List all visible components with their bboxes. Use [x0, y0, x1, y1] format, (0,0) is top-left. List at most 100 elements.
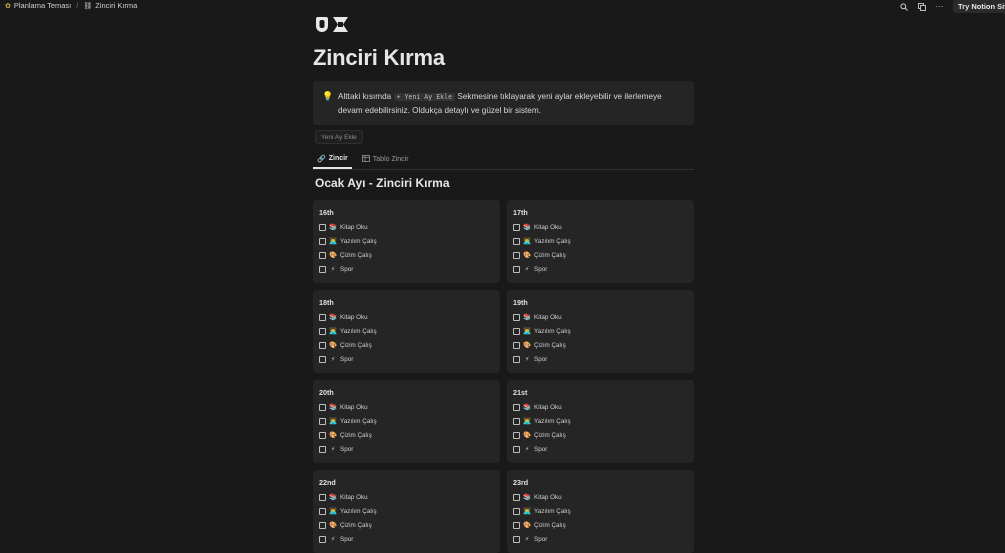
- task-checkbox[interactable]: [319, 313, 326, 321]
- task-checkbox[interactable]: [513, 313, 520, 321]
- task-checkbox[interactable]: [513, 341, 520, 349]
- task-checkbox[interactable]: [513, 223, 520, 231]
- task-label: Yazılım Çalış: [534, 237, 571, 245]
- task-row: 📚 Kitap Oku: [513, 490, 688, 504]
- table-icon: [361, 155, 370, 164]
- task-emoji-icon: 🎨: [523, 342, 532, 349]
- task-checkbox[interactable]: [513, 251, 520, 259]
- task-row: 👨‍💻 Yazılım Çalış: [319, 234, 494, 248]
- chain-link-icon[interactable]: [315, 16, 353, 38]
- task-checkbox[interactable]: [513, 521, 520, 529]
- task-label: Spor: [340, 355, 354, 363]
- task-row: ⚡ Spor: [319, 442, 494, 456]
- task-checkbox[interactable]: [513, 237, 520, 245]
- section-title: Ocak Ayı - Zinciri Kırma: [315, 176, 450, 190]
- more-icon[interactable]: ···: [935, 2, 944, 11]
- task-checkbox[interactable]: [319, 445, 326, 453]
- task-checkbox[interactable]: [513, 265, 520, 273]
- task-emoji-icon: ⚡: [330, 536, 336, 543]
- task-checkbox[interactable]: [513, 493, 520, 501]
- task-row: 🎨 Çizim Çalış: [319, 428, 494, 442]
- task-row: 👨‍💻 Yazılım Çalış: [319, 504, 494, 518]
- task-label: Kitap Oku: [340, 313, 368, 321]
- day-card-title: 22nd: [319, 478, 336, 487]
- task-checkbox[interactable]: [319, 327, 326, 335]
- breadcrumb-current[interactable]: ⛓ Zinciri Kırma: [83, 1, 137, 10]
- breadcrumb-parent[interactable]: ✿ Planlama Teması: [5, 1, 71, 10]
- task-checkbox[interactable]: [513, 535, 520, 543]
- task-checkbox[interactable]: [319, 341, 326, 349]
- day-card[interactable]: 16th 📚 Kitap Oku 👨‍💻 Yazılım Çalış 🎨 Çizim Çal…: [313, 200, 500, 283]
- task-checkbox[interactable]: [513, 445, 520, 453]
- task-emoji-icon: 👨‍💻: [523, 328, 532, 335]
- task-checkbox[interactable]: [319, 507, 326, 515]
- callout-text-before: Alttaki kısımda: [338, 92, 394, 101]
- breadcrumb-parent-label: Planlama Teması: [13, 1, 72, 10]
- tab-zincir[interactable]: 🔗 Zincir: [313, 150, 352, 169]
- task-label: Spor: [534, 445, 548, 453]
- task-label: Çizim Çalış: [340, 251, 372, 259]
- task-checkbox[interactable]: [513, 507, 520, 515]
- day-card[interactable]: 20th 📚 Kitap Oku 👨‍💻 Yazılım Çalış 🎨 Çizim Çal…: [313, 380, 500, 463]
- task-checkbox[interactable]: [319, 251, 326, 259]
- view-tabs: 🔗 Zincir Tablo Zincir: [313, 150, 694, 170]
- task-checkbox[interactable]: [319, 431, 326, 439]
- task-row: 📚 Kitap Oku: [319, 310, 494, 324]
- callout-code: + Yeni Ay Ekle: [393, 93, 456, 101]
- day-card[interactable]: 22nd 📚 Kitap Oku 👨‍💻 Yazılım Çalış 🎨 Çizim Çal…: [313, 470, 500, 553]
- task-row: ⚡ Spor: [513, 442, 688, 456]
- day-card[interactable]: 23rd 📚 Kitap Oku 👨‍💻 Yazılım Çalış 🎨 Çizim Çal…: [507, 470, 694, 553]
- seedling-icon: ✿: [5, 2, 11, 10]
- try-notion-sites-button[interactable]: Try Notion Sites: [953, 0, 1005, 13]
- top-actions: ··· Try Notion Sites: [899, 0, 1005, 13]
- day-card[interactable]: 17th 📚 Kitap Oku 👨‍💻 Yazılım Çalış 🎨 Çizim Çal…: [507, 200, 694, 283]
- task-checkbox[interactable]: [513, 355, 520, 363]
- new-month-button[interactable]: Yeni Ay Ekle: [315, 130, 363, 144]
- task-emoji-icon: 🎨: [523, 522, 532, 529]
- task-checkbox[interactable]: [319, 417, 326, 425]
- task-checkbox[interactable]: [319, 223, 326, 231]
- tab-tablo-zincir[interactable]: Tablo Zincir: [358, 150, 413, 169]
- task-checkbox[interactable]: [319, 265, 326, 273]
- task-label: Çizim Çalış: [340, 521, 372, 529]
- task-emoji-icon: 👨‍💻: [329, 508, 338, 515]
- task-checkbox[interactable]: [319, 535, 326, 543]
- task-label: Kitap Oku: [534, 403, 562, 411]
- task-emoji-icon: ⚡: [524, 266, 530, 273]
- task-row: 🎨 Çizim Çalış: [319, 338, 494, 352]
- task-emoji-icon: ⚡: [524, 446, 530, 453]
- task-checkbox[interactable]: [319, 355, 326, 363]
- day-card-title: 23rd: [513, 478, 529, 487]
- task-label: Kitap Oku: [534, 313, 562, 321]
- day-card[interactable]: 18th 📚 Kitap Oku 👨‍💻 Yazılım Çalış 🎨 Çizim Çal…: [313, 290, 500, 373]
- task-checkbox[interactable]: [319, 493, 326, 501]
- task-row: 👨‍💻 Yazılım Çalış: [513, 324, 688, 338]
- task-label: Çizim Çalış: [340, 431, 372, 439]
- task-checkbox[interactable]: [513, 431, 520, 439]
- breadcrumb-separator: /: [76, 1, 79, 10]
- task-emoji-icon: ⚡: [524, 356, 530, 363]
- day-card-title: 18th: [319, 298, 334, 307]
- task-row: 👨‍💻 Yazılım Çalış: [513, 414, 688, 428]
- page-title: Zinciri Kırma: [313, 45, 445, 70]
- task-emoji-icon: 📚: [329, 494, 338, 501]
- search-icon[interactable]: [899, 2, 908, 11]
- task-label: Spor: [340, 535, 354, 543]
- task-checkbox[interactable]: [513, 327, 520, 335]
- task-label: Yazılım Çalış: [340, 327, 377, 335]
- task-checkbox[interactable]: [319, 521, 326, 529]
- top-bar: ✿ Planlama Teması / ⛓ Zinciri Kırma ··· …: [0, 0, 1005, 13]
- task-checkbox[interactable]: [319, 403, 326, 411]
- task-row: 🎨 Çizim Çalış: [513, 428, 688, 442]
- task-label: Yazılım Çalış: [340, 417, 377, 425]
- task-checkbox[interactable]: [513, 403, 520, 411]
- task-row: 🎨 Çizim Çalış: [513, 518, 688, 532]
- task-row: ⚡ Spor: [513, 352, 688, 366]
- day-card[interactable]: 21st 📚 Kitap Oku 👨‍💻 Yazılım Çalış 🎨 Çizim Çal…: [507, 380, 694, 463]
- duplicate-icon[interactable]: [917, 2, 926, 11]
- day-card[interactable]: 19th 📚 Kitap Oku 👨‍💻 Yazılım Çalış 🎨 Çizim Çal…: [507, 290, 694, 373]
- task-checkbox[interactable]: [513, 417, 520, 425]
- task-emoji-icon: 📚: [523, 314, 532, 321]
- task-checkbox[interactable]: [319, 237, 326, 245]
- task-row: 👨‍💻 Yazılım Çalış: [319, 324, 494, 338]
